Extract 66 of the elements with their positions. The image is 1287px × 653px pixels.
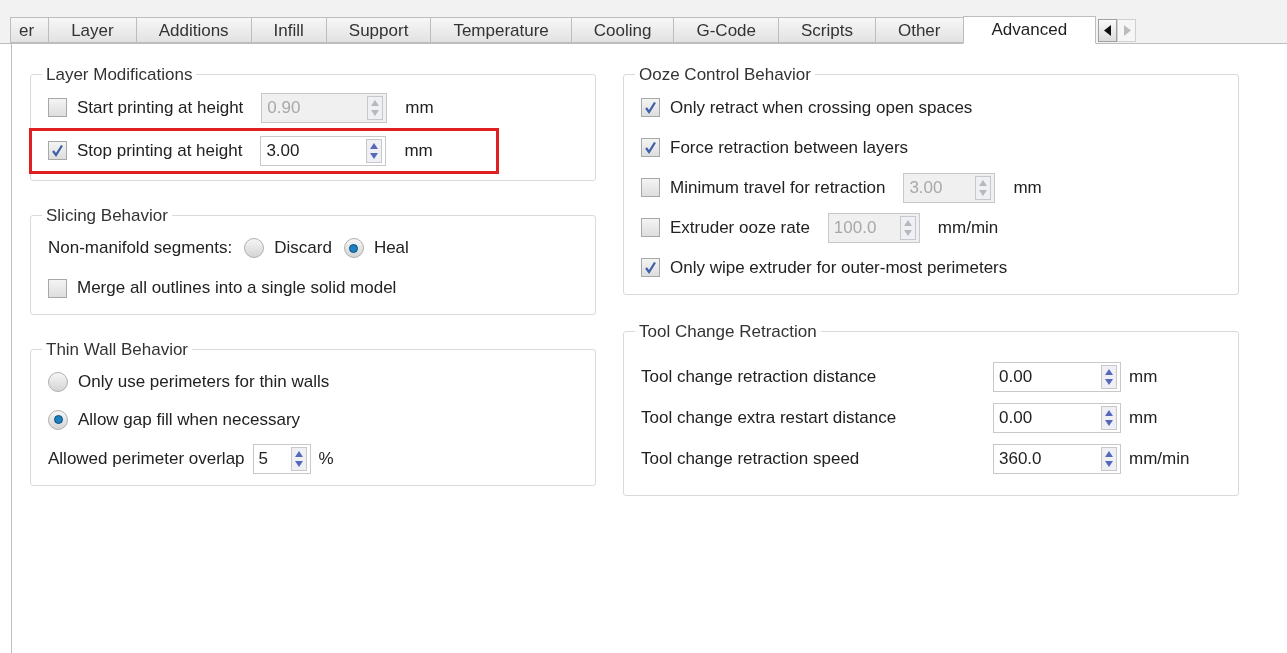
checkbox[interactable] bbox=[641, 258, 660, 277]
radio-button[interactable] bbox=[244, 238, 265, 258]
tab[interactable]: Other bbox=[874, 17, 964, 43]
spinner-arrows-icon[interactable] bbox=[1101, 364, 1117, 389]
unit-label: mm bbox=[1129, 365, 1159, 388]
field-label: Tool change retraction distance bbox=[641, 365, 878, 388]
option-label: Non-manifold segments: bbox=[48, 237, 233, 260]
radio-button[interactable] bbox=[48, 371, 68, 392]
checkbox[interactable] bbox=[48, 141, 67, 160]
checkbox-label: Only wipe extruder for outer-most perimeters bbox=[670, 256, 1008, 279]
spin-field[interactable]: 360.0 bbox=[993, 443, 1121, 474]
tab[interactable]: Temperature bbox=[430, 17, 572, 43]
group-title: Ooze Control Behavior bbox=[638, 64, 812, 86]
radio-label: Heal bbox=[373, 237, 409, 260]
field-label: Tool change retraction speed bbox=[641, 447, 861, 470]
tab[interactable]: Layer bbox=[48, 17, 137, 43]
checkbox-label: Merge all outlines into a single solid model bbox=[77, 277, 397, 300]
group-title: Slicing Behavior bbox=[45, 204, 169, 227]
spinner-arrows-icon[interactable] bbox=[1101, 405, 1117, 430]
checkbox-label: Only retract when crossing open spaces bbox=[670, 96, 973, 119]
spinner-arrows-icon[interactable] bbox=[1101, 446, 1117, 471]
spin-field[interactable]: 0.00 bbox=[993, 361, 1121, 392]
tab[interactable]: er bbox=[10, 17, 50, 43]
tab[interactable]: Additions bbox=[135, 17, 252, 43]
field-label: Tool change extra restart distance bbox=[641, 406, 898, 429]
left-triangle-icon bbox=[1103, 25, 1112, 36]
unit-label: mm bbox=[1013, 176, 1042, 199]
unit-label: mm bbox=[405, 96, 434, 119]
unit-label: mm/min bbox=[1129, 447, 1191, 470]
checkbox-label: Minimum travel for retraction bbox=[670, 176, 886, 199]
checkbox[interactable] bbox=[641, 138, 660, 157]
spin-field[interactable]: 3.00 bbox=[260, 135, 387, 166]
radio-label: Only use perimeters for thin walls bbox=[78, 370, 330, 393]
group-title: Tool Change Retraction bbox=[638, 320, 818, 343]
checkbox-label: Extruder ooze rate bbox=[670, 216, 810, 239]
unit-label: mm bbox=[404, 139, 433, 162]
spinner-arrows-icon[interactable] bbox=[366, 138, 383, 163]
unit-label: mm/min bbox=[937, 216, 999, 239]
tab[interactable]: Support bbox=[325, 17, 432, 43]
checkbox[interactable] bbox=[48, 278, 67, 298]
group-title: Layer Modifications bbox=[45, 64, 194, 86]
tab[interactable]: Advanced bbox=[962, 16, 1097, 44]
scroll-left-button[interactable] bbox=[1098, 19, 1118, 42]
radio-button[interactable] bbox=[48, 409, 68, 430]
radio-label: Discard bbox=[274, 237, 332, 260]
checkbox-label: Stop printing at height bbox=[77, 139, 243, 162]
field-label: Allowed perimeter overlap bbox=[48, 447, 245, 470]
spin-field[interactable]: 0.00 bbox=[993, 402, 1121, 433]
checkbox-label: Start printing at height bbox=[77, 96, 244, 119]
radio-label: Allow gap fill when necessary bbox=[78, 408, 301, 431]
checkmark-icon bbox=[51, 144, 64, 157]
tab[interactable]: Scripts bbox=[778, 17, 876, 43]
checkbox[interactable] bbox=[641, 98, 660, 117]
group-title: Thin Wall Behavior bbox=[45, 339, 190, 361]
tab[interactable]: G-Code bbox=[673, 17, 779, 43]
unit-label: mm bbox=[1129, 406, 1159, 429]
right-triangle-icon bbox=[1122, 25, 1131, 36]
tab[interactable]: Cooling bbox=[570, 17, 675, 43]
spinner-arrows-icon[interactable] bbox=[290, 446, 307, 471]
tab[interactable]: Infill bbox=[250, 17, 327, 43]
checkmark-icon bbox=[644, 261, 657, 274]
checkbox-label: Force retraction between layers bbox=[670, 136, 909, 159]
unit-label: % bbox=[318, 447, 334, 470]
checkmark-icon bbox=[644, 141, 657, 154]
checkmark-icon bbox=[644, 101, 657, 114]
radio-button[interactable] bbox=[343, 238, 364, 258]
